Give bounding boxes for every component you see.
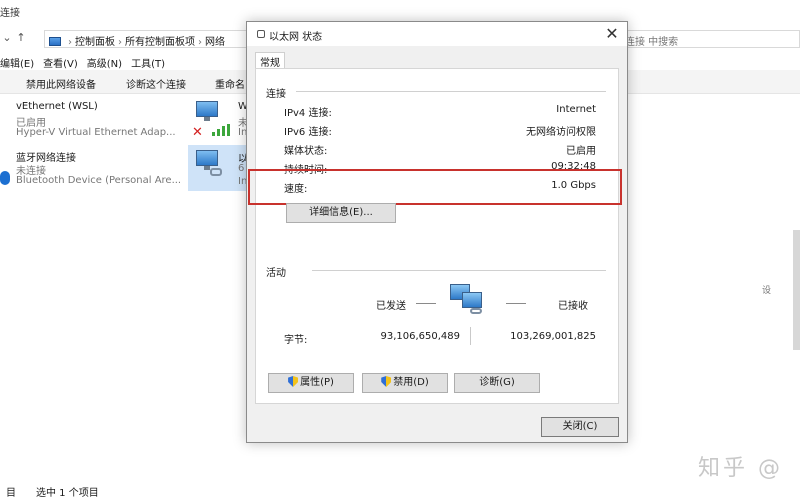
ipv4-label: IPv4 连接: <box>284 108 332 119</box>
general-panel: 连接 IPv4 连接: Internet IPv6 连接: 无网络访问权限 媒体… <box>248 68 622 404</box>
bluetooth-icon <box>0 171 10 185</box>
address-bar[interactable]: › 控制面板 › 所有控制面板项 › 网络 <box>44 30 254 48</box>
side-text: 设 <box>762 286 772 296</box>
duration-label: 持续时间: <box>284 165 328 176</box>
chevron-right-icon: › <box>198 37 202 48</box>
network-icon <box>257 30 265 38</box>
close-button[interactable]: 关闭(C) <box>541 417 619 437</box>
ipv4-value: Internet <box>556 104 596 115</box>
connection-heading: 连接 <box>266 89 286 100</box>
dialog-title: 以太网 状态 <box>269 32 323 43</box>
media-state-value: 已启用 <box>566 146 596 157</box>
breadcrumb-control-panel[interactable]: 控制面板 <box>75 37 115 47</box>
adapter-bluetooth[interactable]: 蓝牙网络连接 未连接 Bluetooth Device (Personal Ar… <box>0 149 185 189</box>
chevron-right-icon: › <box>118 37 122 48</box>
signal-bars-icon <box>212 124 232 136</box>
activity-network-icon <box>448 282 488 316</box>
bytes-label: 字节: <box>284 335 308 346</box>
watermark: 知乎 @ <box>698 456 783 481</box>
menu-bar: 编辑(E) 查看(V) 高级(N) 工具(T) <box>0 55 174 70</box>
search-input[interactable]: 连接 中搜索 <box>620 30 800 48</box>
received-dash <box>506 303 526 304</box>
disable-button[interactable]: 禁用(D) <box>362 373 448 393</box>
uac-shield-icon <box>288 376 299 387</box>
menu-view[interactable]: 查看(V) <box>43 59 78 70</box>
adapter-name: vEthernet (WSL) <box>16 101 98 112</box>
details-button[interactable]: 详细信息(E)... <box>286 203 396 223</box>
media-state-label: 媒体状态: <box>284 146 328 157</box>
menu-edit[interactable]: 编辑(E) <box>0 59 34 70</box>
tab-general[interactable]: 常规 <box>255 52 285 69</box>
disable-label: 禁用(D) <box>393 377 429 388</box>
chevron-right-icon: › <box>68 37 72 48</box>
activity-heading: 活动 <box>266 268 286 279</box>
bytes-divider <box>470 327 471 345</box>
selection-count: 选中 1 个项目 <box>36 488 99 499</box>
disable-device-button[interactable]: 禁用此网络设备 <box>26 76 96 91</box>
diagnose-connection-button[interactable]: 诊断这个连接 <box>126 76 186 91</box>
sent-dash <box>416 303 436 304</box>
adapter-description: Bluetooth Device (Personal Are... <box>16 175 182 186</box>
status-bar: 目 选中 1 个项目 <box>0 484 800 500</box>
diagnose-button[interactable]: 诊断(G) <box>454 373 540 393</box>
breadcrumb-network[interactable]: 网络 <box>205 37 225 47</box>
menu-tools[interactable]: 工具(T) <box>131 59 165 70</box>
ipv6-label: IPv6 连接: <box>284 127 332 138</box>
bytes-sent-value: 93,106,650,489 <box>380 331 460 342</box>
up-arrow-icon[interactable]: ↑ <box>14 31 28 44</box>
divider <box>312 270 606 271</box>
nav-buttons: ⌄ ↑ <box>0 31 28 44</box>
properties-button[interactable]: 属性(P) <box>268 373 354 393</box>
ethernet-status-dialog: 以太网 状态 ✕ 常规 连接 IPv4 连接: Internet IPv6 连接… <box>246 21 628 443</box>
speed-label: 速度: <box>284 184 308 195</box>
breadcrumb-all-items[interactable]: 所有控制面板项 <box>125 37 195 47</box>
window-title: 连接 <box>0 8 20 19</box>
disconnected-x-icon: ✕ <box>192 125 203 140</box>
ipv6-value: 无网络访问权限 <box>526 127 596 138</box>
close-icon[interactable]: ✕ <box>601 23 623 45</box>
adapter-description: Hyper-V Virtual Ethernet Adap... <box>16 127 176 138</box>
rename-button[interactable]: 重命名 <box>215 76 245 91</box>
ethernet-adapter-icon[interactable] <box>190 150 224 178</box>
properties-label: 属性(P) <box>300 377 334 388</box>
bytes-received-value: 103,269,001,825 <box>510 331 596 342</box>
menu-advanced[interactable]: 高级(N) <box>87 59 122 70</box>
duration-value: 09:32:48 <box>551 161 596 172</box>
control-panel-icon <box>49 37 61 46</box>
speed-value: 1.0 Gbps <box>551 180 596 191</box>
adapter-vethernet-wsl[interactable]: vEthernet (WSL) 已启用 Hyper-V Virtual Ethe… <box>0 101 185 141</box>
scrollbar[interactable] <box>793 230 800 350</box>
dialog-titlebar[interactable]: 以太网 状态 ✕ <box>247 22 627 46</box>
adapter-status-cut: 6 <box>238 163 245 174</box>
chevron-down-icon[interactable]: ⌄ <box>0 31 14 44</box>
divider <box>296 91 606 92</box>
received-label: 已接收 <box>558 301 588 312</box>
item-count: 目 <box>6 488 16 499</box>
uac-shield-icon <box>381 376 392 387</box>
sent-label: 已发送 <box>376 301 406 312</box>
